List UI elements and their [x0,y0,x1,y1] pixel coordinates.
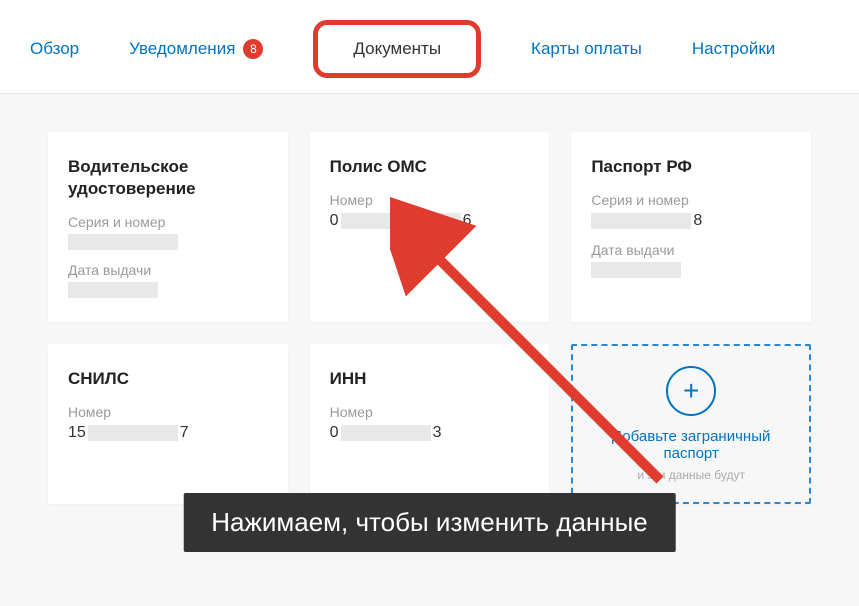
redacted-value [591,262,681,278]
field-value-date [68,282,268,298]
card-title: СНИЛС [68,368,268,390]
field-value-number: 0 6 [330,212,530,230]
redacted-value [341,425,431,441]
field-label-series: Серия и номер [591,192,791,208]
card-title: Водительское удостоверение [68,156,268,200]
card-title: Паспорт РФ [591,156,791,178]
redacted-value [68,234,178,250]
field-label-series: Серия и номер [68,214,268,230]
notifications-badge: 8 [243,39,263,59]
value-prefix: 0 [330,212,339,230]
nav-overview[interactable]: Обзор [30,39,79,59]
field-label-number: Номер [68,404,268,420]
top-nav: Обзор Уведомления 8 Документы Карты опла… [0,0,859,94]
redacted-value [68,282,158,298]
redacted-value [341,213,461,229]
field-label-number: Номер [330,192,530,208]
card-title: ИНН [330,368,530,390]
field-label-date: Дата выдачи [591,242,791,258]
card-snils[interactable]: СНИЛС Номер 15 7 [48,344,288,504]
value-suffix: 6 [463,212,472,230]
card-passport-rf[interactable]: Паспорт РФ Серия и номер 8 Дата выдачи [571,132,811,322]
redacted-value [88,425,178,441]
field-value-number: 0 3 [330,424,530,442]
value-prefix: 15 [68,424,86,442]
nav-documents[interactable]: Документы [313,20,481,78]
field-label-number: Номер [330,404,530,420]
field-value-series: 8 [591,212,791,230]
add-card-title: Добавьте заграничный паспорт [593,428,789,462]
plus-icon: + [666,366,716,416]
card-title: Полис ОМС [330,156,530,178]
value-suffix: 8 [693,212,702,230]
value-suffix: 3 [433,424,442,442]
nav-settings[interactable]: Настройки [692,39,775,59]
card-add-foreign-passport[interactable]: + Добавьте заграничный паспорт и эти дан… [571,344,811,504]
card-oms-policy[interactable]: Полис ОМС Номер 0 6 [310,132,550,322]
field-label-date: Дата выдачи [68,262,268,278]
add-card-subtitle: и эти данные будут [637,468,745,482]
card-inn[interactable]: ИНН Номер 0 3 [310,344,550,504]
nav-notifications[interactable]: Уведомления 8 [129,39,263,59]
redacted-value [591,213,691,229]
nav-notifications-label: Уведомления [129,39,235,59]
value-suffix: 7 [180,424,189,442]
nav-payment-cards[interactable]: Карты оплаты [531,39,642,59]
field-value-number: 15 7 [68,424,268,442]
card-driver-license[interactable]: Водительское удостоверение Серия и номер… [48,132,288,322]
field-value-date [591,262,791,278]
documents-grid: Водительское удостоверение Серия и номер… [48,132,811,504]
instruction-caption: Нажимаем, чтобы изменить данные [183,493,676,552]
field-value-series [68,234,268,250]
value-prefix: 0 [330,424,339,442]
